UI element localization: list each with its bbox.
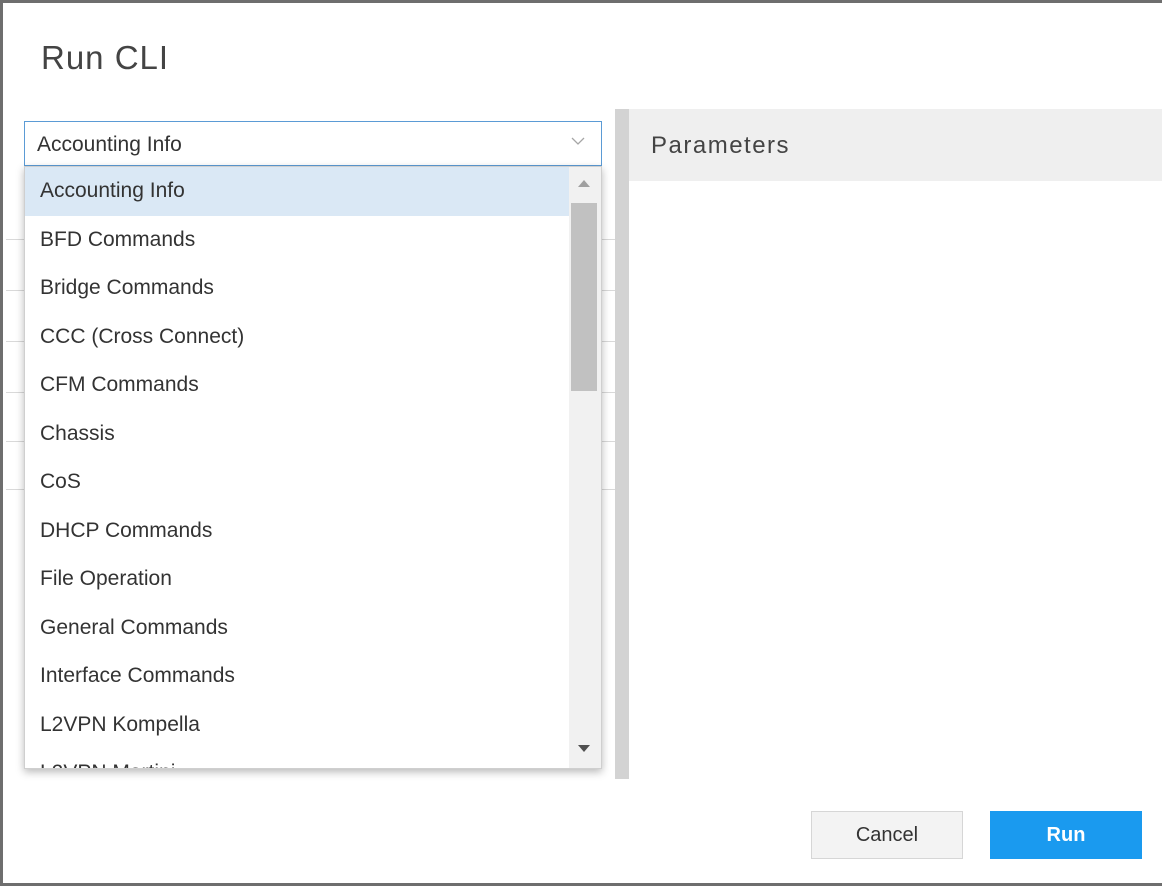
dropdown-option[interactable]: File Operation [25,555,570,604]
pane-divider[interactable] [615,109,629,779]
dropdown-option[interactable]: BFD Commands [25,216,570,265]
chevron-down-icon [571,137,585,145]
dropdown-option[interactable]: CCC (Cross Connect) [25,313,570,362]
command-category-select[interactable]: Accounting Info [24,121,602,166]
dropdown-option[interactable]: Interface Commands [25,652,570,701]
dropdown-option[interactable]: Chassis [25,410,570,459]
parameters-title: Parameters [651,132,791,159]
select-value: Accounting Info [37,133,182,156]
command-dropdown-list[interactable]: Accounting Info BFD Commands Bridge Comm… [24,166,602,769]
cancel-button[interactable]: Cancel [811,811,963,859]
scrollbar-thumb[interactable] [571,203,597,391]
dropdown-option[interactable]: Accounting Info [25,167,570,216]
run-cli-dialog: Run CLI Accounting Info Parameters Accou… [0,0,1162,886]
dropdown-option[interactable]: DHCP Commands [25,507,570,556]
dropdown-option[interactable]: CFM Commands [25,361,570,410]
dropdown-scrollbar[interactable] [569,167,601,768]
dropdown-option[interactable]: General Commands [25,604,570,653]
run-button[interactable]: Run [990,811,1142,859]
dropdown-option[interactable]: Bridge Commands [25,264,570,313]
parameters-header: Parameters [629,109,1162,181]
dropdown-option[interactable]: L2VPN Martini [25,749,570,768]
dropdown-options: Accounting Info BFD Commands Bridge Comm… [25,167,570,768]
scroll-up-arrow-icon[interactable] [578,180,590,187]
dropdown-option[interactable]: L2VPN Kompella [25,701,570,750]
dropdown-option[interactable]: CoS [25,458,570,507]
scroll-down-arrow-icon[interactable] [578,745,590,752]
dialog-title: Run CLI [41,39,170,76]
